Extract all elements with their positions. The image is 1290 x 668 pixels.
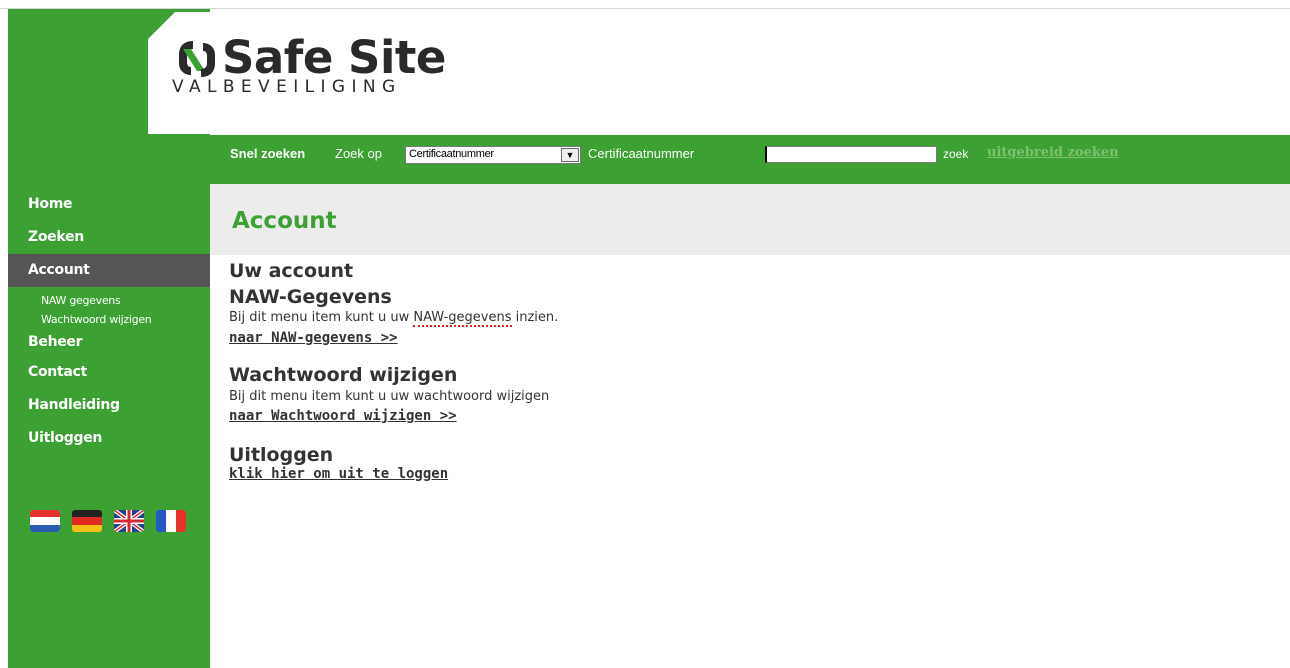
content-heading: Uw account	[229, 260, 354, 282]
search-button[interactable]: zoek	[943, 147, 968, 161]
section-title-naw: NAW-Gegevens	[229, 286, 392, 308]
section-desc-wachtwoord: Bij dit menu item kunt u uw wachtwoord w…	[229, 389, 550, 404]
search-field-select-value: Certificaatnummer	[409, 148, 494, 160]
section-desc-naw: Bij dit menu item kunt u uw NAW-gegevens…	[229, 310, 559, 327]
section-desc-naw-term: NAW-gegevens	[413, 310, 512, 327]
sidebar-item-account[interactable]: Account	[8, 254, 210, 287]
wachtwoord-wijzigen-link[interactable]: naar Wachtwoord wijzigen >>	[229, 408, 457, 424]
chevron-down-icon[interactable]: ▼	[561, 148, 579, 162]
logo-subtitle: VALBEVEILIGING	[172, 77, 402, 97]
section-desc-naw-post: inzien.	[511, 310, 559, 325]
sidebar-item-beheer[interactable]: Beheer	[8, 329, 210, 356]
search-by-label: Zoek op	[335, 146, 382, 161]
flag-uk-icon[interactable]	[114, 510, 144, 532]
flag-de-icon[interactable]	[72, 510, 102, 532]
naw-gegevens-link[interactable]: naar NAW-gegevens >>	[229, 330, 398, 346]
safe-site-logo-icon	[179, 41, 215, 77]
quick-search-bar: Snel zoeken Zoek op Certificaatnummer ▼ …	[210, 135, 1290, 184]
logo-notch	[145, 12, 175, 42]
sidebar-item-contact[interactable]: Contact	[8, 356, 210, 389]
sidebar-subitem-wachtwoord-wijzigen[interactable]: Wachtwoord wijzigen	[8, 310, 210, 329]
section-title-uitloggen: Uitloggen	[229, 444, 334, 466]
section-title-wachtwoord: Wachtwoord wijzigen	[229, 364, 458, 386]
sidebar-nav: Home Zoeken Account NAW gegevens Wachtwo…	[8, 188, 210, 455]
quick-search-label: Snel zoeken	[230, 146, 306, 161]
sidebar-item-uitloggen[interactable]: Uitloggen	[8, 422, 210, 455]
page-title-band: Account	[210, 184, 1290, 255]
sidebar-item-handleiding[interactable]: Handleiding	[8, 389, 210, 422]
search-field-select[interactable]: Certificaatnummer ▼	[405, 146, 581, 164]
logout-link[interactable]: klik hier om uit te loggen	[229, 466, 448, 482]
flag-nl-icon[interactable]	[30, 510, 60, 532]
sidebar-item-zoeken[interactable]: Zoeken	[8, 221, 210, 254]
page-title: Account	[232, 208, 337, 234]
sidebar-subitem-naw-gegevens[interactable]: NAW gegevens	[8, 291, 210, 310]
search-input[interactable]	[765, 146, 937, 163]
search-field-label: Certificaatnummer	[588, 146, 695, 161]
sidebar-item-home[interactable]: Home	[8, 188, 210, 221]
section-desc-naw-pre: Bij dit menu item kunt u uw	[229, 310, 414, 325]
advanced-search-link[interactable]: uitgebreid zoeken	[987, 145, 1119, 160]
flag-fr-icon[interactable]	[156, 510, 186, 532]
